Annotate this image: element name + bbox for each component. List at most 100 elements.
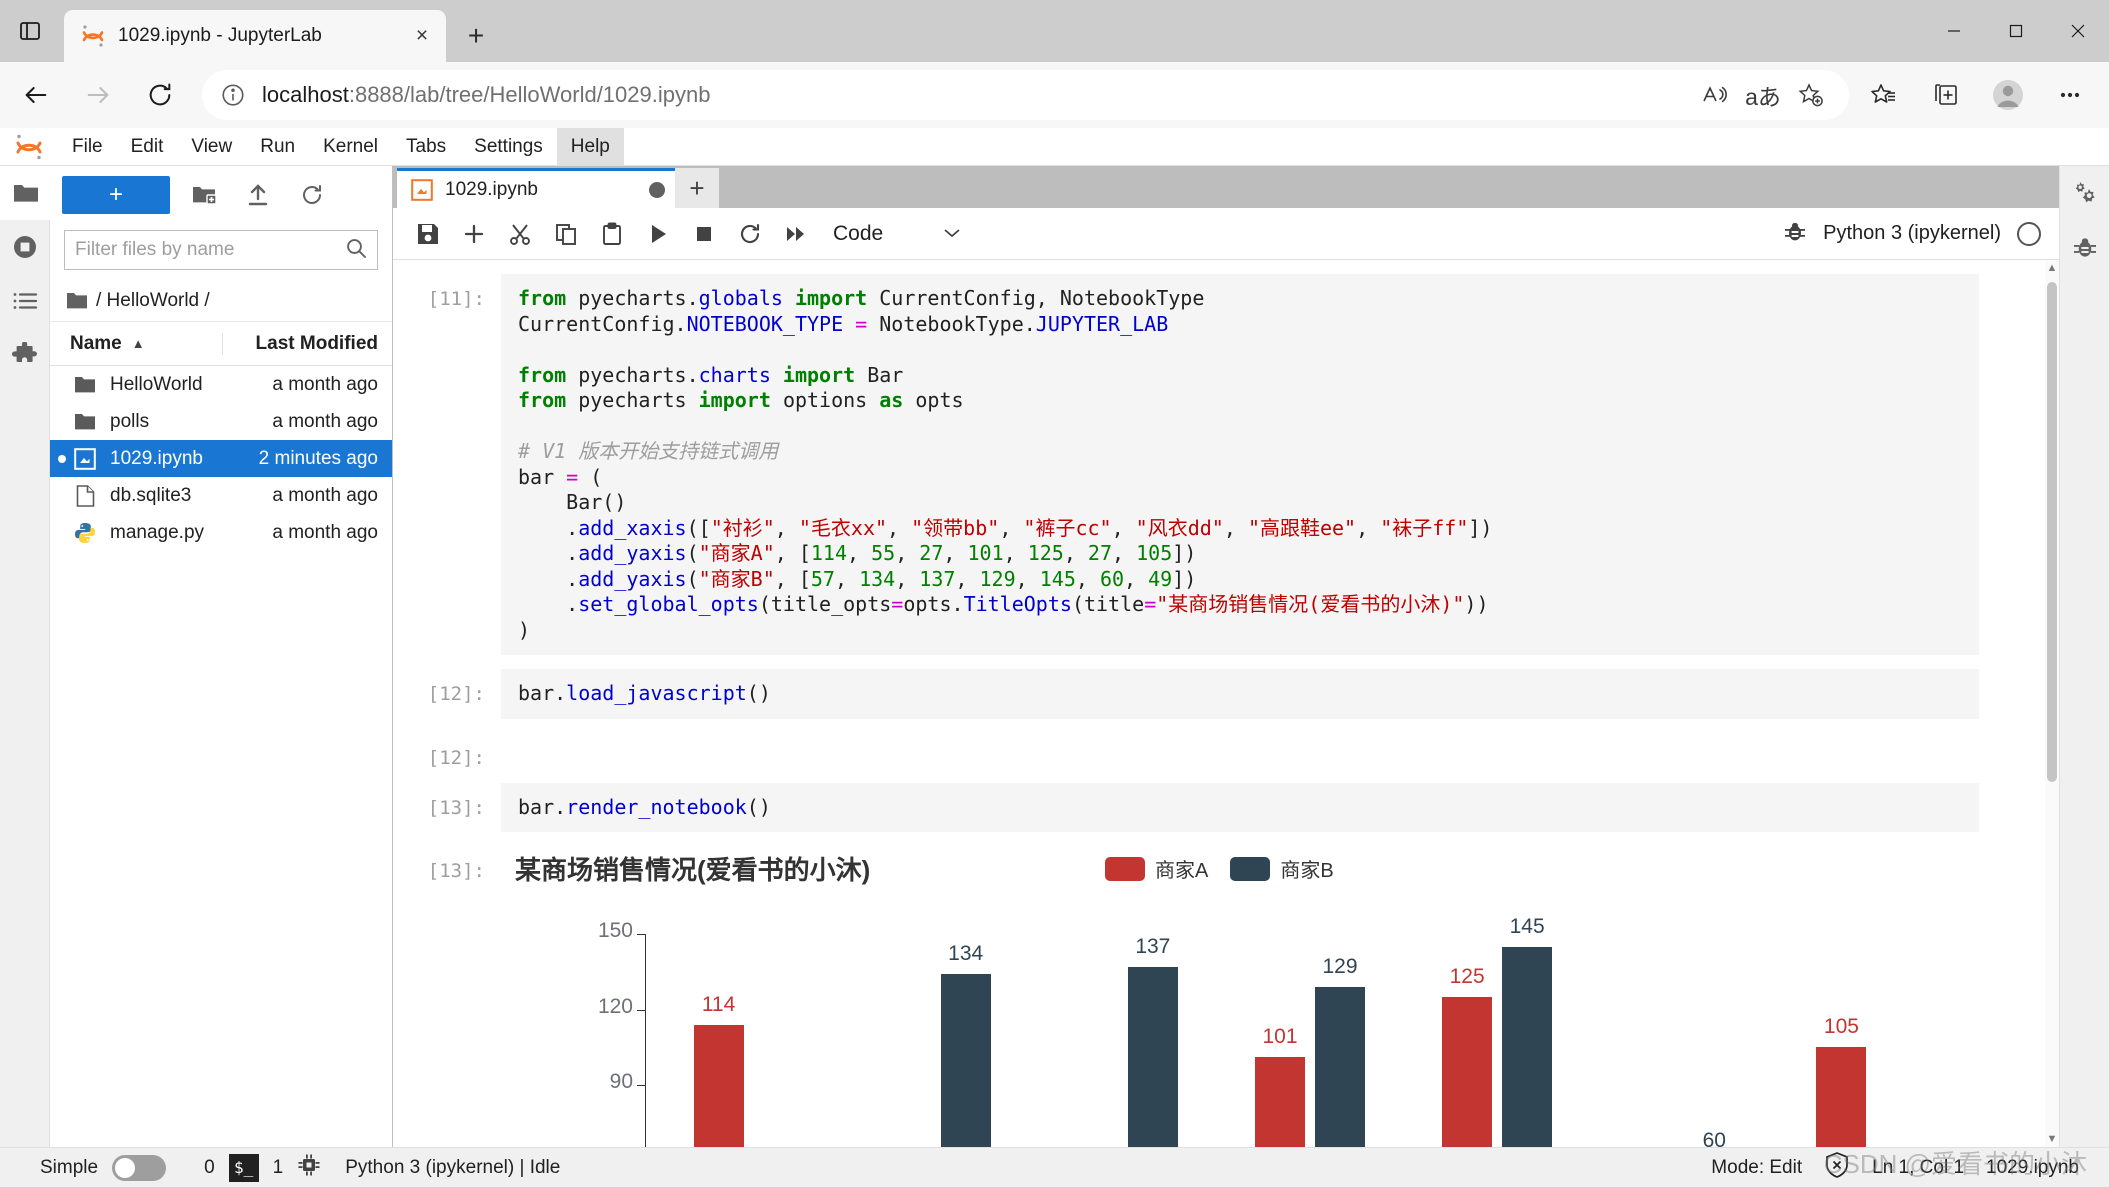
y-axis-tick: 150 <box>597 919 633 942</box>
column-name[interactable]: Name ▲ <box>50 333 222 355</box>
chart-bar[interactable] <box>1816 1047 1867 1147</box>
close-window-icon[interactable] <box>2047 0 2109 62</box>
extensions-icon[interactable] <box>0 328 50 382</box>
profile-icon[interactable] <box>1977 67 2039 123</box>
reload-icon[interactable] <box>134 69 186 121</box>
close-icon[interactable]: × <box>406 20 438 52</box>
kernel-name[interactable]: Python 3 (ipykernel) <box>1823 222 2001 245</box>
legend-item-b[interactable]: 商家B <box>1230 854 1334 883</box>
kernel-status-icon[interactable] <box>2017 221 2041 246</box>
menu-tabs[interactable]: Tabs <box>392 128 460 166</box>
scroll-up-icon[interactable]: ▲ <box>2045 260 2059 276</box>
settings-more-icon[interactable] <box>2039 67 2101 123</box>
list-item[interactable]: db.sqlite3 a month ago <box>50 477 392 514</box>
chart-bar[interactable] <box>1315 986 1365 1147</box>
chart-bar[interactable] <box>1442 997 1493 1147</box>
list-item[interactable]: manage.py a month ago <box>50 514 392 551</box>
add-document-tab-button[interactable]: + <box>675 168 719 208</box>
simple-mode-toggle[interactable] <box>112 1154 167 1181</box>
document-tab-1029[interactable]: 1029.ipynb <box>397 168 675 208</box>
filter-files-input[interactable] <box>75 239 345 261</box>
folder-icon <box>66 291 88 310</box>
file-browser-panel: + Filter files by name / HelloWorld / Na… <box>50 166 393 1147</box>
kernel-status-text[interactable]: Python 3 (ipykernel) | Idle <box>345 1157 560 1179</box>
legend-item-a[interactable]: 商家A <box>1105 854 1208 883</box>
site-info-icon[interactable] <box>216 78 250 112</box>
add-favorite-icon[interactable] <box>1787 73 1835 117</box>
copy-icon[interactable] <box>543 214 589 254</box>
menu-kernel[interactable]: Kernel <box>309 128 392 166</box>
new-folder-icon[interactable] <box>184 176 224 214</box>
list-item[interactable]: polls a month ago <box>50 403 392 440</box>
commands-icon[interactable] <box>0 274 50 328</box>
folder-icon <box>72 412 98 431</box>
menu-file[interactable]: File <box>58 128 117 166</box>
debugger-icon[interactable] <box>2060 220 2109 274</box>
chart-bar[interactable] <box>1502 946 1553 1147</box>
stop-icon[interactable] <box>681 214 727 254</box>
menu-edit[interactable]: Edit <box>117 128 178 166</box>
favorites-icon[interactable] <box>1853 67 1915 123</box>
restart-run-all-icon[interactable] <box>773 214 819 254</box>
address-bar[interactable]: localhost:8888/lab/tree/HelloWorld/1029.… <box>202 70 1849 120</box>
refresh-icon[interactable] <box>292 176 332 214</box>
document-tab-title: 1029.ipynb <box>445 178 538 200</box>
restart-kernel-icon[interactable] <box>727 214 773 254</box>
code-editor[interactable]: from pyecharts.globals import CurrentCon… <box>501 274 1979 655</box>
chart-bar[interactable] <box>1255 1057 1305 1147</box>
new-launcher-button[interactable]: + <box>62 176 170 214</box>
notebook-cell[interactable]: [13]: bar.render_notebook() <box>393 782 2059 832</box>
kernel-chip-icon[interactable] <box>297 1153 321 1183</box>
terminal-icon[interactable]: $_ <box>228 1153 259 1182</box>
notebook-cell[interactable]: [11]: from pyecharts.globals import Curr… <box>393 274 2059 655</box>
untrusted-shield-icon[interactable] <box>1824 1151 1850 1185</box>
paste-icon[interactable] <box>589 214 635 254</box>
notebook-cell[interactable]: [12]: bar.load_javascript() <box>393 669 2059 719</box>
menu-help[interactable]: Help <box>556 127 624 166</box>
minimize-icon[interactable] <box>1923 0 1985 62</box>
simple-mode-label: Simple <box>40 1156 99 1178</box>
kernel-count[interactable]: 0 <box>204 1157 215 1179</box>
read-aloud-icon[interactable] <box>1691 73 1739 117</box>
chart-bar[interactable] <box>693 1024 744 1147</box>
cut-icon[interactable] <box>497 214 543 254</box>
filter-files-box[interactable] <box>64 230 378 270</box>
menu-settings[interactable]: Settings <box>460 128 557 166</box>
code-editor[interactable]: bar.render_notebook() <box>501 782 1979 832</box>
scrollbar-thumb[interactable] <box>2047 282 2057 782</box>
back-icon[interactable] <box>10 69 62 121</box>
file-browser-icon[interactable] <box>0 166 50 220</box>
maximize-icon[interactable] <box>1985 0 2047 62</box>
cell-type-select[interactable]: Code <box>833 216 963 252</box>
run-icon[interactable] <box>635 214 681 254</box>
browser-tab[interactable]: 1029.ipynb - JupyterLab × <box>64 10 446 62</box>
menu-view[interactable]: View <box>177 128 246 166</box>
notebook-scroll-area[interactable]: [11]: from pyecharts.globals import Curr… <box>393 260 2059 1147</box>
tab-list-icon[interactable] <box>0 0 60 62</box>
bug-icon[interactable] <box>1783 219 1807 248</box>
breadcrumb[interactable]: / HelloWorld / <box>50 280 392 322</box>
menu-run[interactable]: Run <box>246 128 309 166</box>
list-item[interactable]: 1029.ipynb 2 minutes ago <box>50 440 392 477</box>
save-icon[interactable] <box>405 214 451 254</box>
forward-icon[interactable] <box>72 69 124 121</box>
running-terminals-icon[interactable] <box>0 220 50 274</box>
column-last-modified[interactable]: Last Modified <box>222 332 392 355</box>
chart-bar[interactable] <box>1127 966 1178 1147</box>
collections-icon[interactable] <box>1915 67 1977 123</box>
chart-title: 某商场销售情况(爱看书的小沐) <box>515 855 871 885</box>
new-tab-button[interactable]: + <box>454 14 498 58</box>
unsaved-dot-icon[interactable] <box>649 181 665 198</box>
scroll-down-icon[interactable]: ▼ <box>2045 1131 2059 1147</box>
code-editor[interactable]: bar.load_javascript() <box>501 669 1979 719</box>
upload-icon[interactable] <box>238 176 278 214</box>
list-item-name: 1029.ipynb <box>110 447 203 469</box>
translate-icon[interactable]: aあ <box>1739 73 1787 117</box>
insert-cell-icon[interactable] <box>451 214 497 254</box>
chart-bar[interactable] <box>940 974 991 1147</box>
terminal-count[interactable]: 1 <box>273 1157 284 1179</box>
notebook-scrollbar[interactable]: ▲ ▼ <box>2045 260 2059 1147</box>
list-item[interactable]: HelloWorld a month ago <box>50 366 392 403</box>
bar-chart[interactable]: 某商场销售情况(爱看书的小沐) 商家A 商家B 150 120 90 114 1… <box>515 850 1965 1147</box>
property-inspector-icon[interactable] <box>2060 166 2109 220</box>
